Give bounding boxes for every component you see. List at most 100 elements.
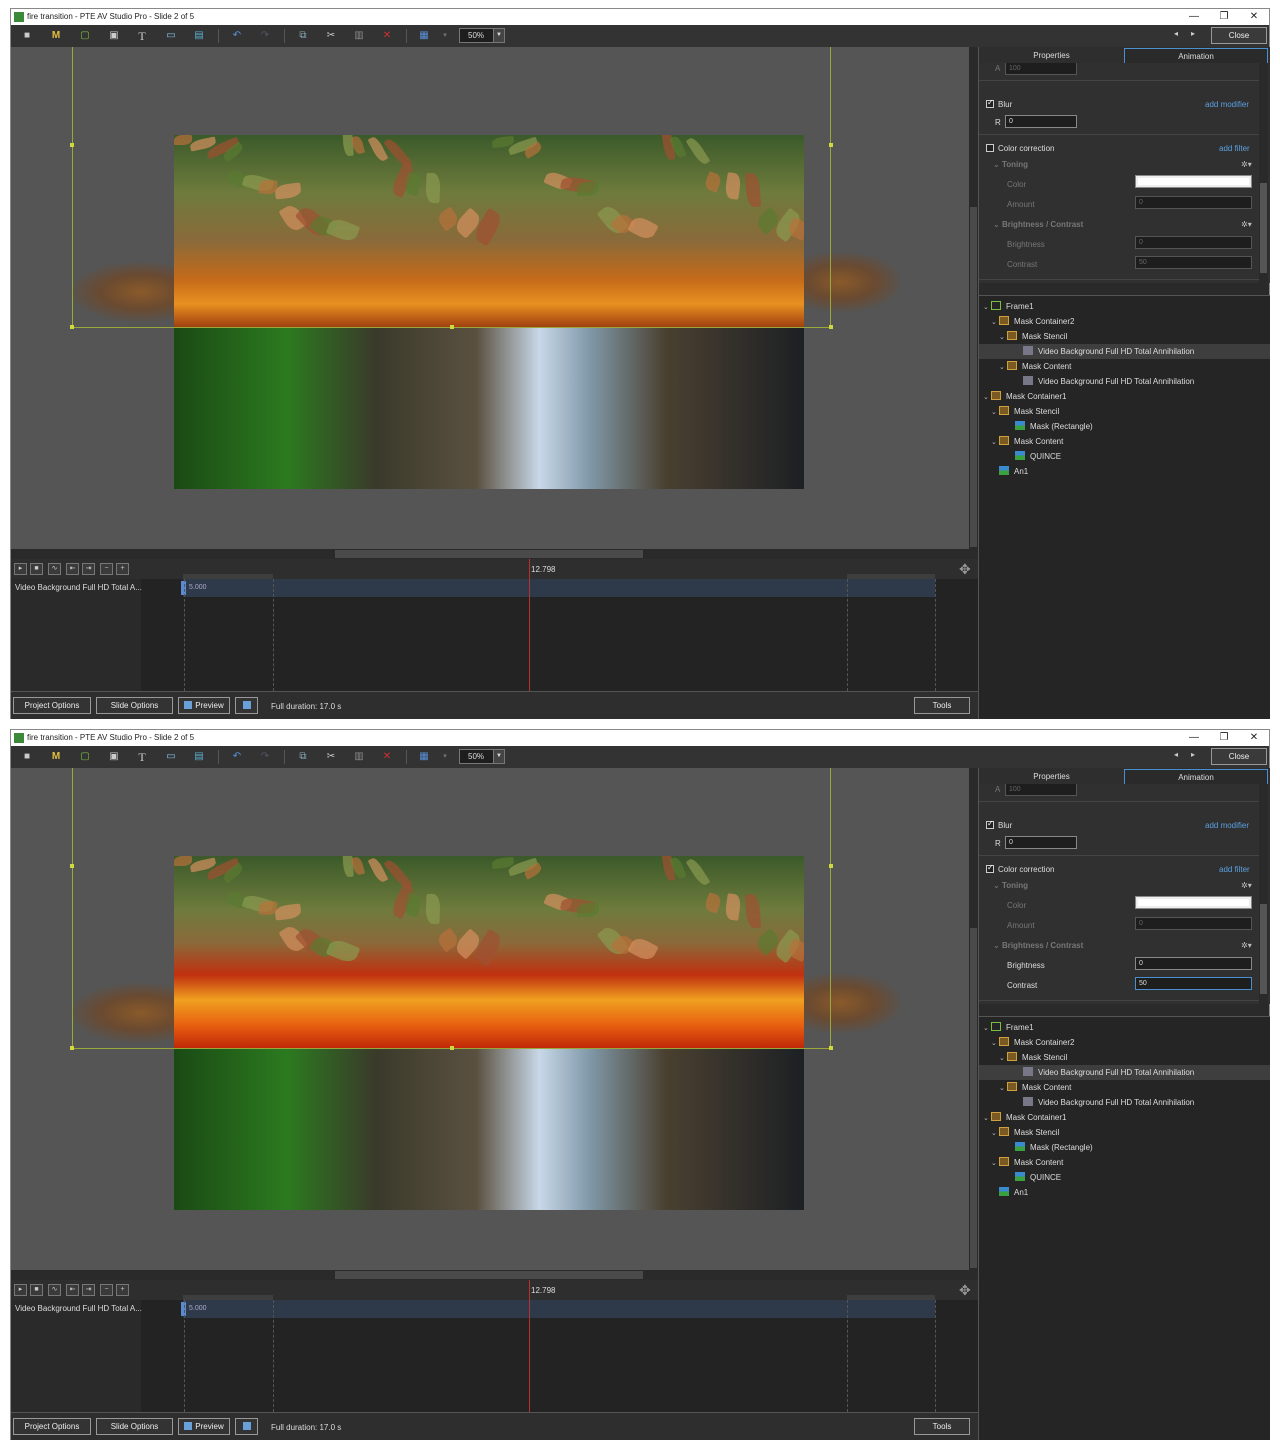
grid-dropdown-icon[interactable]: ▾ <box>437 749 453 765</box>
resize-handle[interactable] <box>70 325 74 329</box>
toning-section[interactable]: ⌄ Toning <box>993 160 1028 169</box>
copy-icon[interactable]: ⧉ <box>295 28 311 44</box>
zoom-in-icon[interactable]: + <box>116 1284 129 1296</box>
contrast-field[interactable]: 50 <box>1135 977 1252 990</box>
tree-item[interactable]: ⌄ Frame1 <box>983 299 1034 314</box>
prev-slide-icon[interactable]: ◂ <box>1174 29 1178 38</box>
tree-item[interactable]: Video Background Full HD Total Annihilat… <box>1015 1095 1194 1110</box>
zoom-out-icon[interactable]: − <box>100 563 113 575</box>
frame-icon[interactable]: ▢ <box>77 749 93 765</box>
chevron-down-icon[interactable]: ⌄ <box>991 1126 999 1141</box>
tree-item[interactable]: Mask (Rectangle) <box>1007 419 1093 434</box>
resize-handle[interactable] <box>829 864 833 868</box>
resize-handle[interactable] <box>70 864 74 868</box>
resize-handle[interactable] <box>70 1046 74 1050</box>
zoom-select[interactable]: 50% ▼ <box>459 749 505 764</box>
paste-icon[interactable]: ▥ <box>351 749 367 765</box>
tree-item[interactable]: Video Background Full HD Total Annihilat… <box>1015 1065 1194 1080</box>
video-icon[interactable]: ▣ <box>106 749 122 765</box>
chevron-down-icon[interactable]: ⌄ <box>991 315 999 330</box>
chevron-down-icon[interactable]: ⌄ <box>999 360 1007 375</box>
camera-icon[interactable]: ■ <box>19 749 35 765</box>
picture-icon[interactable]: ▤ <box>191 28 207 44</box>
add-filter-link[interactable]: add filter <box>1219 865 1250 874</box>
r-field[interactable]: 0 <box>1005 836 1077 849</box>
tree-item[interactable]: Mask (Rectangle) <box>1007 1140 1093 1155</box>
image-icon[interactable]: ▭ <box>163 749 179 765</box>
r-field[interactable]: 0 <box>1005 115 1077 128</box>
go-end-icon[interactable]: ⇥ <box>82 1284 95 1296</box>
tree-item[interactable]: ⌄ Mask Container2 <box>991 314 1074 329</box>
next-slide-icon[interactable]: ▸ <box>1191 750 1195 759</box>
resize-handle[interactable] <box>450 325 454 329</box>
chevron-down-icon[interactable]: ▼ <box>493 29 504 42</box>
properties-scrollbar[interactable] <box>1259 784 1268 1014</box>
undo-icon[interactable]: ↶ <box>229 28 245 44</box>
zoom-in-icon[interactable]: + <box>116 563 129 575</box>
play-icon[interactable]: ▸ <box>14 1284 27 1296</box>
cut-icon[interactable]: ✂ <box>323 28 339 44</box>
track-name[interactable]: Video Background Full HD Total A... <box>15 1304 142 1313</box>
add-filter-link[interactable]: add filter <box>1219 144 1250 153</box>
cut-icon[interactable]: ✂ <box>323 749 339 765</box>
delete-icon[interactable]: ✕ <box>379 749 395 765</box>
slide-options-button[interactable]: Slide Options <box>96 1418 173 1435</box>
contrast-field[interactable]: 50 <box>1135 256 1252 269</box>
tab-animation[interactable]: Animation <box>1124 48 1268 63</box>
preview-button[interactable]: Preview <box>178 1418 230 1435</box>
blur-checkbox[interactable] <box>986 98 994 108</box>
stage-vertical-scrollbar[interactable] <box>969 47 978 549</box>
resize-handle[interactable] <box>450 1046 454 1050</box>
next-slide-icon[interactable]: ▸ <box>1191 29 1195 38</box>
chevron-down-icon[interactable]: ⌄ <box>983 1111 991 1126</box>
frame-icon[interactable]: ▢ <box>77 28 93 44</box>
video-icon[interactable]: ▣ <box>106 28 122 44</box>
stage-vertical-scrollbar[interactable] <box>969 768 978 1270</box>
tools-button[interactable]: Tools <box>914 1418 970 1435</box>
preview-button[interactable]: Preview <box>178 697 230 714</box>
brightness-contrast-section[interactable]: ⌄ Brightness / Contrast <box>993 220 1083 229</box>
go-start-icon[interactable]: ⇤ <box>66 563 79 575</box>
paste-icon[interactable]: ▥ <box>351 28 367 44</box>
track-bar[interactable] <box>183 579 935 597</box>
tree-item[interactable]: An1 <box>991 1185 1028 1200</box>
grid-icon[interactable]: ▦ <box>416 749 432 765</box>
publish-button[interactable] <box>235 1418 258 1435</box>
gear-icon[interactable]: ✲▾ <box>1241 160 1252 169</box>
tree-item[interactable]: QUINCE <box>1007 1170 1061 1185</box>
chevron-down-icon[interactable]: ⌄ <box>991 405 999 420</box>
playhead[interactable] <box>529 1280 530 1412</box>
gear-icon[interactable]: ✲▾ <box>1241 881 1252 890</box>
chevron-down-icon[interactable]: ⌄ <box>983 1021 991 1036</box>
copy-icon[interactable]: ⧉ <box>295 749 311 765</box>
publish-button[interactable] <box>235 697 258 714</box>
zoom-out-icon[interactable]: − <box>100 1284 113 1296</box>
picture-icon[interactable]: ▤ <box>191 749 207 765</box>
zoom-select[interactable]: 50% ▼ <box>459 28 505 43</box>
stop-icon[interactable]: ■ <box>30 563 43 575</box>
window-close-button[interactable]: ✕ <box>1239 9 1269 25</box>
amount-field[interactable]: 0 <box>1135 917 1252 930</box>
tree-item[interactable]: An1 <box>991 464 1028 479</box>
playhead[interactable] <box>529 559 530 691</box>
preview-stage[interactable] <box>11 47 969 549</box>
tree-item[interactable]: ⌄ Mask Container2 <box>991 1035 1074 1050</box>
redo-icon[interactable]: ↷ <box>257 28 273 44</box>
stage-horizontal-scrollbar[interactable] <box>11 1270 978 1280</box>
close-button[interactable]: Close <box>1211 748 1267 765</box>
slide-options-button[interactable]: Slide Options <box>96 697 173 714</box>
properties-scrollbar[interactable] <box>1259 63 1268 293</box>
stage-horizontal-scrollbar[interactable] <box>11 549 978 559</box>
tab-animation[interactable]: Animation <box>1124 769 1268 784</box>
resize-handle[interactable] <box>829 325 833 329</box>
prev-slide-icon[interactable]: ◂ <box>1174 750 1178 759</box>
chevron-down-icon[interactable]: ⌄ <box>991 1156 999 1171</box>
gear-icon[interactable]: ✲▾ <box>1241 941 1252 950</box>
a-field[interactable]: 100 <box>1005 784 1077 796</box>
color-swatch[interactable] <box>1135 175 1252 188</box>
camera-icon[interactable]: ■ <box>19 28 35 44</box>
grid-icon[interactable]: ▦ <box>416 28 432 44</box>
move-icon[interactable]: ✥ <box>959 561 971 578</box>
tree-item[interactable]: ⌄ Mask Content <box>999 1080 1071 1095</box>
grid-dropdown-icon[interactable]: ▾ <box>437 28 453 44</box>
